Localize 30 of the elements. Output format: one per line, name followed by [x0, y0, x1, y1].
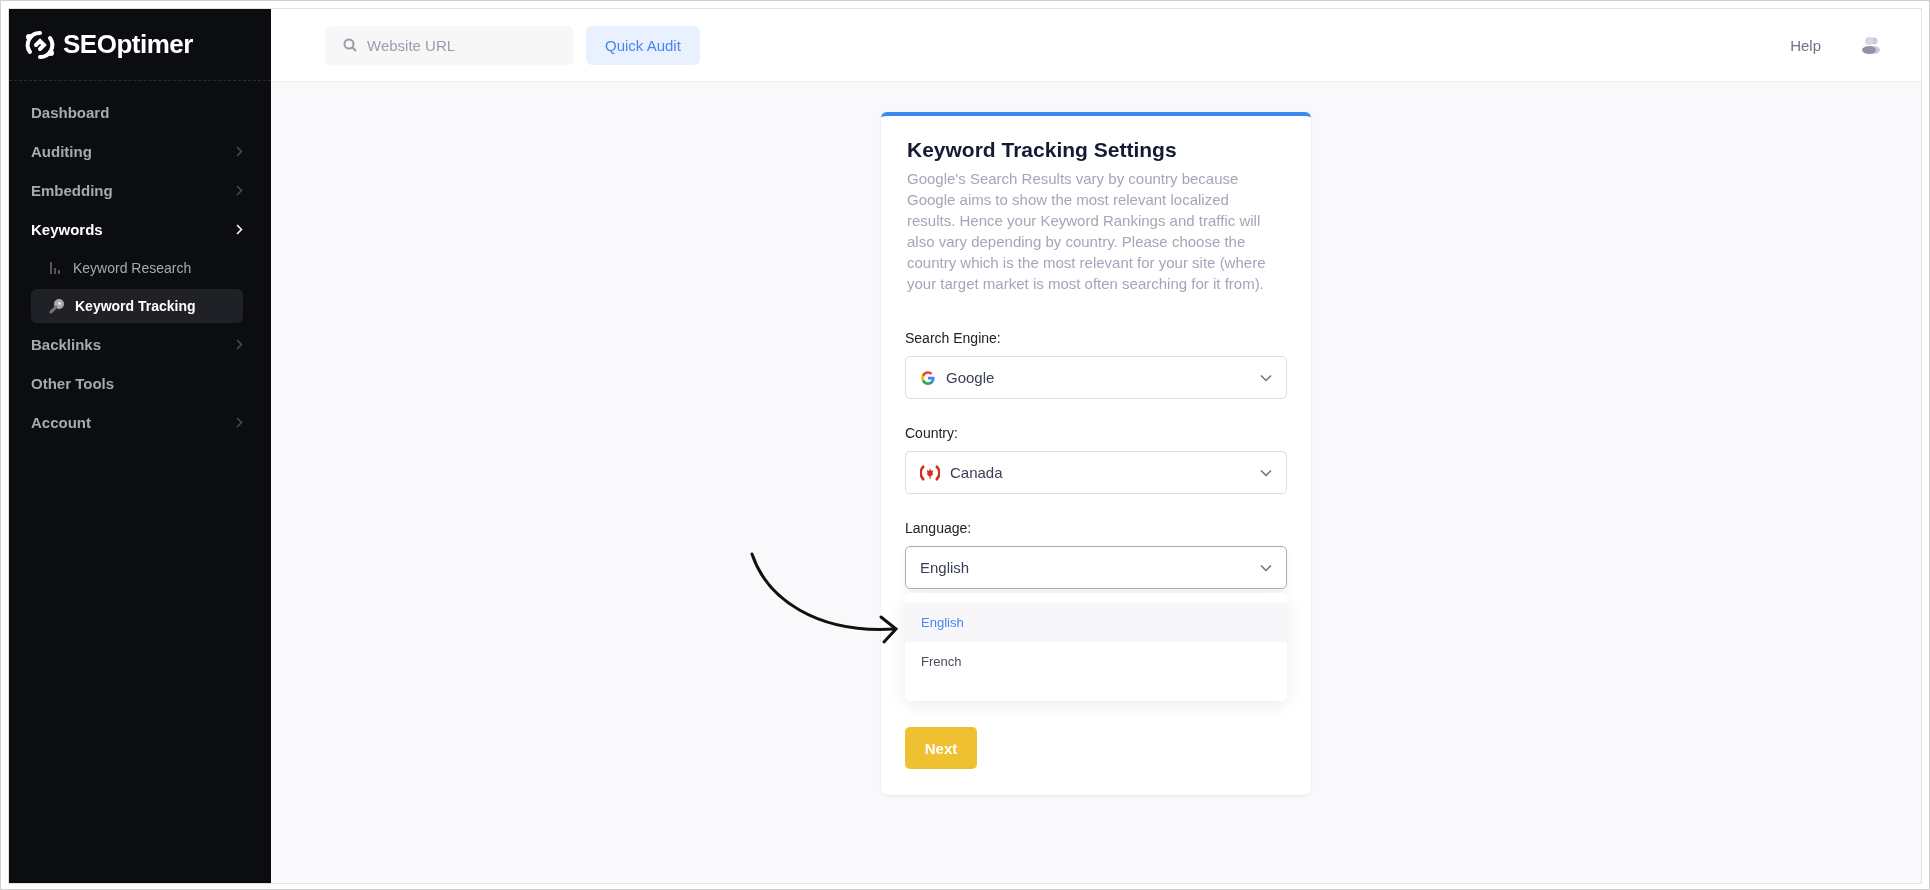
chevron-down-icon: [1260, 468, 1272, 477]
select-field[interactable]: English: [905, 546, 1287, 589]
chevron-down-icon: [1260, 373, 1272, 382]
sidebar-subitem[interactable]: Keyword Research: [31, 251, 243, 285]
card-title: Keyword Tracking Settings: [907, 138, 1178, 162]
sidebar-item[interactable]: Embedding: [9, 171, 271, 210]
help-link[interactable]: Help: [1790, 36, 1821, 54]
field-label: Language:: [905, 520, 973, 536]
search-field[interactable]: Website URL: [325, 25, 574, 65]
search-icon: [343, 37, 357, 52]
sidebar-item[interactable]: Account: [9, 403, 271, 442]
users-icon[interactable]: [1861, 36, 1881, 54]
select-field[interactable]: Google: [905, 356, 1287, 399]
logo-text[interactable]: SEOptimer: [63, 29, 193, 60]
sidebar-subitem[interactable]: Keyword Tracking: [31, 289, 243, 323]
dropdown-option[interactable]: French: [905, 642, 1287, 681]
card-description: Google's Search Results vary by country because Google aims to show the most relevant localized results. Hence your Keyword Rankings and traffic will also vary depending by country. Please choose the country which is the most relevant for your site (where your target market is most often searching for it from).: [907, 169, 1267, 294]
field-label: Country:: [905, 425, 959, 441]
sidebar-item[interactable]: Dashboard: [9, 93, 271, 132]
google-icon: [920, 369, 936, 386]
bar-chart-icon: [49, 261, 63, 275]
key-icon: [49, 298, 65, 314]
select-field[interactable]: Canada: [905, 451, 1287, 494]
sidebar-item[interactable]: Auditing: [9, 132, 271, 171]
chevron-down-icon: [1260, 563, 1272, 572]
sidebar-item[interactable]: Backlinks: [9, 325, 271, 364]
canada-flag-icon: [920, 464, 940, 481]
field-label: Search Engine:: [905, 330, 1002, 346]
sidebar-item[interactable]: Other Tools: [9, 364, 271, 403]
sidebar-item[interactable]: Keywords: [9, 210, 271, 249]
